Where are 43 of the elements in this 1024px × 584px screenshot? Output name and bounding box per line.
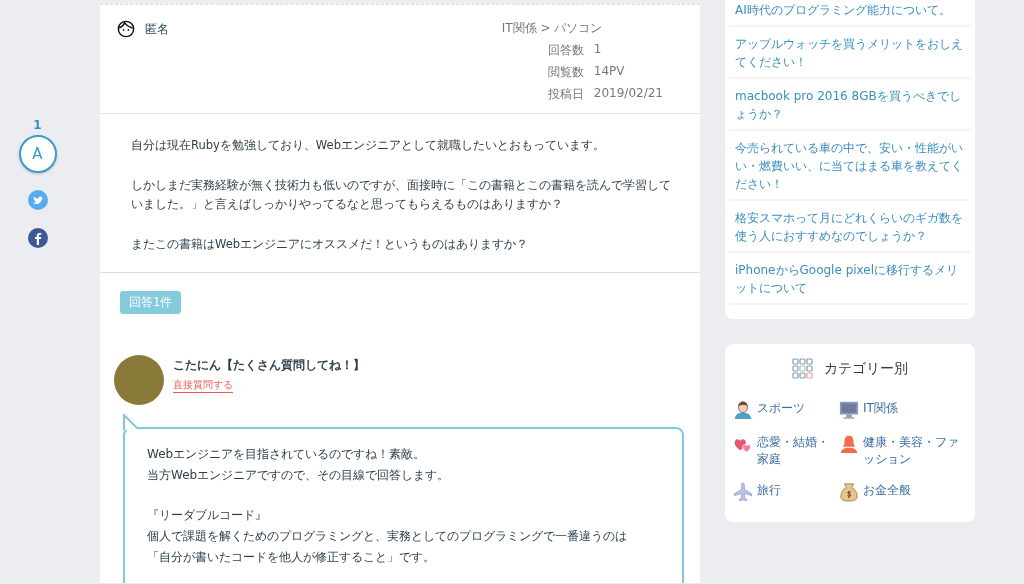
ask-link[interactable]: 直接質問する bbox=[173, 378, 233, 393]
category-link[interactable]: お金全般 bbox=[863, 482, 911, 499]
answer-text: Webエンジニアを目指されているのですね！素敵。 bbox=[147, 446, 427, 463]
facebook-icon[interactable] bbox=[26, 227, 49, 249]
category-path: IT関係 > パソコン bbox=[501, 20, 603, 37]
meta-label: 閲覧数 bbox=[547, 64, 584, 81]
answer-text: 当方Webエンジニアですので、その目線で回答します。 bbox=[147, 467, 451, 484]
woman-icon bbox=[839, 434, 859, 454]
answer-text: 個人で課題を解くためのプログラミングと、実務としてのプログラミングで一番違うのは bbox=[147, 528, 628, 545]
share-count: 1 bbox=[33, 118, 42, 132]
category-link[interactable]: 旅行 bbox=[757, 482, 781, 499]
answer-count-label: 回答1件 bbox=[120, 291, 182, 314]
meta-value: 2019/02/21 bbox=[593, 86, 663, 102]
question-paragraph: 自分は現在Rubyを勉強しており、Webエンジニアとして就職したいとおもっています。 bbox=[131, 137, 606, 154]
person-icon bbox=[733, 400, 753, 420]
meta-value: 14PV bbox=[593, 64, 625, 80]
question-paragraph: しかしまだ実務経験が無く技術力も低いのですが、面接時に「この書籍とこの書籍を読んで学習していました。」と言えばしっかりやってるなと思ってもらえるものはありますか？ bbox=[131, 176, 671, 213]
category-link[interactable]: IT関係 bbox=[863, 400, 898, 417]
category-link[interactable]: 恋愛・結婚・家庭 bbox=[757, 434, 839, 468]
monitor-icon bbox=[839, 400, 859, 420]
answer-text: 『リーダブルコード』 bbox=[147, 507, 268, 524]
question-link[interactable]: AI時代のプログラミング能力について。 bbox=[735, 1, 965, 19]
author-name: 匿名 bbox=[145, 20, 169, 38]
airplane-icon bbox=[733, 482, 753, 502]
face-icon bbox=[117, 20, 135, 38]
meta-value: 1 bbox=[593, 42, 602, 58]
answerer-name: こたにん【たくさん質問してね！】 bbox=[173, 358, 365, 373]
question-link[interactable]: 今売られている車の中で、安い・性能がいい・燃費いい、に当てはまる車を教えてください！ bbox=[735, 139, 965, 193]
question-link[interactable]: 格安スマホって月にどれくらいのギガ数を使う人におすすめなのでしょうか？ bbox=[735, 209, 965, 245]
money-bag-icon bbox=[839, 482, 859, 502]
category-title: カテゴリー別 bbox=[824, 360, 908, 378]
category-link[interactable]: 健康・美容・ファッション bbox=[863, 434, 969, 468]
question-link[interactable]: macbook pro 2016 8GBを買うべきでしょうか？ bbox=[735, 87, 965, 123]
category-link[interactable]: スポーツ bbox=[757, 400, 805, 417]
meta-label: 回答数 bbox=[547, 42, 584, 59]
answer-text: 「自分が書いたコードを他人が修正すること」です。 bbox=[147, 549, 436, 566]
meta-label: 投稿日 bbox=[547, 86, 584, 103]
avatar-button[interactable]: A bbox=[18, 135, 57, 173]
question-link[interactable]: iPhoneからGoogle pixelに移行するメリットについて bbox=[735, 261, 965, 297]
photo-placeholder bbox=[114, 355, 164, 405]
question-paragraph: またこの書籍はWebエンジニアにオススメだ！というものはありますか？ bbox=[131, 235, 530, 253]
grid-icon bbox=[792, 358, 814, 380]
question-link[interactable]: アップルウォッチを買うメリットをおしえてください！ bbox=[735, 35, 965, 71]
